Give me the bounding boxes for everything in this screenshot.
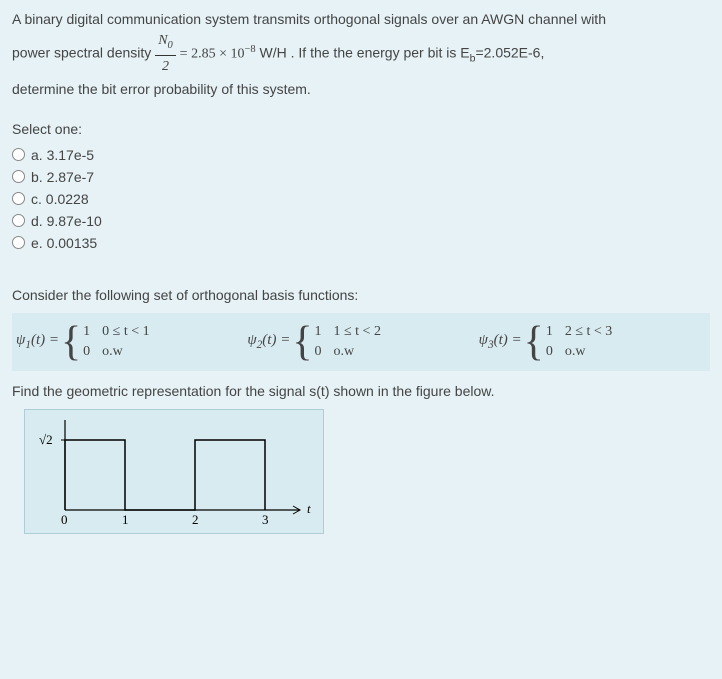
eb-val: =2.052E-6,: [475, 45, 544, 61]
option-d[interactable]: d. 9.87e-10: [12, 213, 710, 229]
psi2-arg: (t) =: [262, 332, 290, 348]
psi1-arg: (t) =: [31, 332, 59, 348]
radio-icon[interactable]: [12, 192, 25, 205]
psi3-v2: 0: [546, 344, 553, 360]
psi3-arg: (t) =: [494, 332, 522, 348]
eq-unit: W/H . If the the energy per bit is E: [256, 45, 470, 61]
frac-num-sym: N: [158, 33, 167, 48]
psi1-sym: ψ: [16, 332, 25, 348]
radio-icon[interactable]: [12, 170, 25, 183]
option-c[interactable]: c. 0.0228: [12, 191, 710, 207]
psi3-c2: o.w: [565, 344, 612, 360]
question-2: Consider the following set of orthogonal…: [0, 279, 722, 542]
taxis-label: t: [307, 501, 311, 516]
q1-sentence-c: determine the bit error probability of t…: [12, 81, 311, 97]
xtick-0: 0: [61, 512, 68, 527]
psi3-sym: ψ: [479, 332, 488, 348]
frac-den: 2: [155, 56, 176, 78]
psi2-c1: 1 ≤ t < 2: [333, 324, 380, 340]
psi1-v1: 1: [83, 324, 90, 340]
option-d-label: d. 9.87e-10: [31, 213, 102, 229]
psi2-v1: 1: [314, 324, 321, 340]
brace-icon: {: [61, 321, 81, 363]
select-one-label: Select one:: [12, 121, 710, 137]
option-a[interactable]: a. 3.17e-5: [12, 147, 710, 163]
signal-figure: √2 0 1 2 3 t: [24, 409, 324, 534]
ylevel-label: √2: [39, 432, 53, 447]
psi1-c1: 0 ≤ t < 1: [102, 324, 149, 340]
frac-num-sub: 0: [168, 40, 173, 51]
q2-intro: Consider the following set of orthogonal…: [12, 287, 710, 303]
psi2-sym: ψ: [247, 332, 256, 348]
answer-options: a. 3.17e-5 b. 2.87e-7 c. 0.0228 d. 9.87e…: [12, 147, 710, 251]
question-1: A binary digital communication system tr…: [0, 0, 722, 279]
radio-icon[interactable]: [12, 148, 25, 161]
q2-find-text: Find the geometric representation for th…: [12, 383, 710, 399]
xtick-3: 3: [262, 512, 269, 527]
xtick-1: 1: [122, 512, 129, 527]
fraction-n0-over-2: N0 2: [155, 30, 176, 78]
option-e[interactable]: e. 0.00135: [12, 235, 710, 251]
psi1-v2: 0: [83, 344, 90, 360]
eq-exp: −8: [244, 44, 255, 55]
radio-icon[interactable]: [12, 214, 25, 227]
psi2: ψ2(t) = { 11 ≤ t < 2 0o.w: [247, 321, 474, 363]
option-b-label: b. 2.87e-7: [31, 169, 94, 185]
option-a-label: a. 3.17e-5: [31, 147, 94, 163]
psi2-v2: 0: [314, 344, 321, 360]
psi1: ψ1(t) = { 10 ≤ t < 1 0o.w: [16, 321, 243, 363]
brace-icon: {: [524, 321, 544, 363]
q1-sentence-a: A binary digital communication system tr…: [12, 11, 606, 27]
brace-icon: {: [292, 321, 312, 363]
radio-icon[interactable]: [12, 236, 25, 249]
psi1-c2: o.w: [102, 344, 149, 360]
signal-plot-svg: √2 0 1 2 3 t: [25, 410, 325, 535]
q1-sentence-b: power spectral density: [12, 45, 151, 61]
option-e-label: e. 0.00135: [31, 235, 97, 251]
option-c-label: c. 0.0228: [31, 191, 89, 207]
option-b[interactable]: b. 2.87e-7: [12, 169, 710, 185]
xtick-2: 2: [192, 512, 199, 527]
psi3: ψ3(t) = { 12 ≤ t < 3 0o.w: [479, 321, 706, 363]
psi3-v1: 1: [546, 324, 553, 340]
eq-part: = 2.85 × 10: [180, 47, 245, 62]
question-1-text: A binary digital communication system tr…: [12, 8, 710, 101]
basis-functions-row: ψ1(t) = { 10 ≤ t < 1 0o.w ψ2(t) = { 11 ≤…: [12, 313, 710, 371]
psi3-c1: 2 ≤ t < 3: [565, 324, 612, 340]
psi2-c2: o.w: [333, 344, 380, 360]
